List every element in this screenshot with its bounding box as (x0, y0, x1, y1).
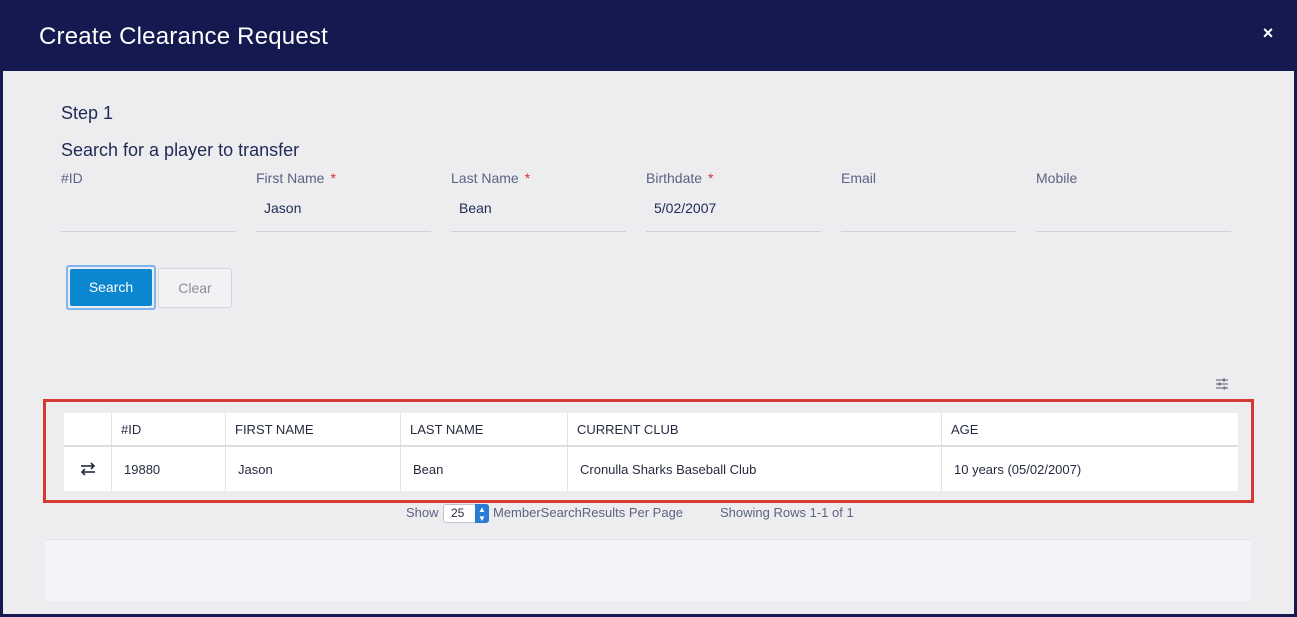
clearance-modal: Create Clearance Request × (0, 0, 1297, 617)
pager-row-count: Showing Rows 1-1 of 1 (720, 505, 854, 520)
cell-id: 19880 (112, 447, 226, 491)
id-label: #ID (61, 170, 83, 186)
first-name-input[interactable]: Jason (256, 196, 431, 232)
step-title: Step 1 (61, 103, 114, 123)
mobile-input[interactable] (1036, 196, 1231, 232)
col-header-id[interactable]: #ID (112, 413, 226, 445)
id-input[interactable] (61, 196, 236, 232)
mobile-label: Mobile (1036, 170, 1078, 186)
results-highlight: #ID FIRST NAME LAST NAME CURRENT CLUB AG… (43, 399, 1254, 503)
birthdate-label: Birthdate (646, 170, 703, 186)
col-header-last-name[interactable]: LAST NAME (401, 413, 568, 445)
pager-show-label: Show (406, 505, 439, 520)
clear-button[interactable]: Clear (158, 268, 232, 308)
required-marker: * (708, 170, 714, 186)
sliders-icon[interactable] (1215, 377, 1229, 391)
birthdate-field[interactable]: Birthdate * 5/02/2007 (646, 170, 821, 232)
cell-last-name: Bean (401, 447, 568, 491)
transfer-icon[interactable] (64, 447, 112, 491)
table-row[interactable]: 19880 Jason Bean Cronulla Sharks Basebal… (64, 447, 1238, 491)
col-header-current-club[interactable]: CURRENT CLUB (568, 413, 942, 445)
swap-arrows-icon (80, 462, 95, 476)
col-header-age[interactable]: AGE (942, 413, 1238, 445)
first-name-field[interactable]: First Name * Jason (256, 170, 431, 232)
cell-current-club: Cronulla Sharks Baseball Club (568, 447, 942, 491)
email-label: Email (841, 170, 877, 186)
close-icon[interactable]: × (1260, 24, 1276, 42)
email-input[interactable] (841, 196, 1016, 232)
email-field[interactable]: Email (841, 170, 1016, 232)
table-header-row: #ID FIRST NAME LAST NAME CURRENT CLUB AG… (64, 413, 1238, 447)
cell-first-name: Jason (226, 447, 401, 491)
pager-per-page-label: MemberSearchResults Per Page (493, 505, 684, 520)
search-button[interactable]: Search (66, 265, 156, 310)
required-marker: * (330, 170, 336, 186)
col-header-first-name[interactable]: FIRST NAME (226, 413, 401, 445)
birthdate-input[interactable]: 5/02/2007 (646, 196, 821, 232)
cell-age: 10 years (05/02/2007) (954, 461, 1082, 477)
first-name-label: First Name (256, 170, 325, 186)
per-page-select[interactable]: 25 ▲ ▼ (443, 504, 489, 523)
required-marker: * (524, 170, 531, 186)
last-name-label: Last Name (451, 170, 519, 186)
search-button-label: Search (70, 269, 152, 306)
select-arrows-icon: ▲ ▼ (475, 504, 489, 523)
col-header-action (64, 413, 112, 445)
results-table: #ID FIRST NAME LAST NAME CURRENT CLUB AG… (64, 413, 1238, 491)
mobile-field[interactable]: Mobile (1036, 170, 1231, 232)
modal-title: Create Clearance Request (39, 23, 328, 50)
modal-footer (45, 539, 1251, 601)
per-page-value: 25 (451, 506, 465, 520)
modal-header: Create Clearance Request × (3, 3, 1294, 71)
step-subtitle: Search for a player to transfer (61, 140, 300, 160)
last-name-field[interactable]: Last Name * Bean (451, 170, 626, 232)
id-field[interactable]: #ID (61, 170, 236, 232)
last-name-input[interactable]: Bean (451, 196, 626, 232)
